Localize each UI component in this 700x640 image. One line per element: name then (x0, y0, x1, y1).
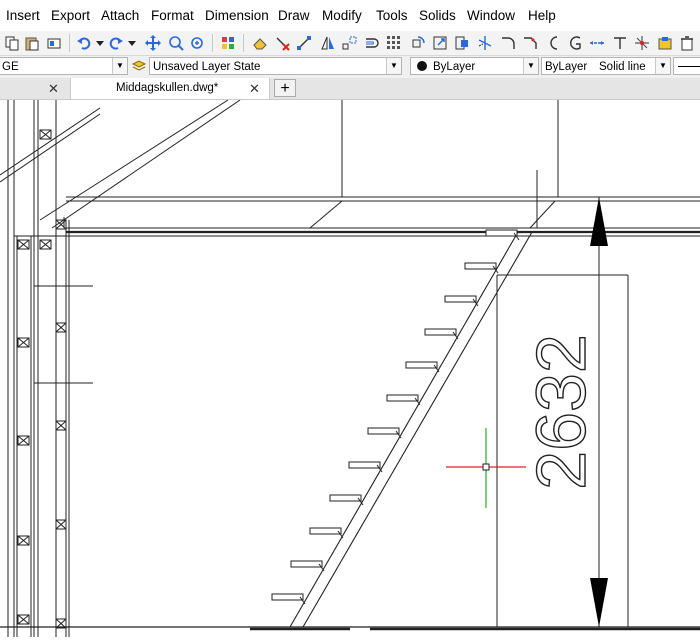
explode-icon[interactable] (634, 35, 650, 51)
close-icon[interactable]: ✕ (48, 78, 59, 99)
scale-icon[interactable] (342, 35, 358, 51)
redo-dropdown-icon[interactable] (124, 35, 140, 51)
lineweight-preview (678, 66, 700, 67)
layer-value: GE (2, 61, 19, 73)
break-icon[interactable] (612, 35, 628, 51)
rotate-icon[interactable] (410, 35, 426, 51)
toolbar-separator (69, 34, 70, 52)
chevron-down-icon: ▼ (386, 58, 401, 74)
roof-line (39, 99, 229, 221)
document-tab-active[interactable]: Middagskullen.dwg* ✕ (70, 78, 270, 99)
document-tab-bar: ✕ Middagskullen.dwg* ✕ + (0, 78, 700, 100)
chevron-down-icon: ▼ (655, 58, 670, 74)
toolbar-separator (212, 34, 213, 52)
undo-icon[interactable] (76, 35, 92, 51)
roof-line (0, 113, 101, 183)
standard-toolbar (0, 31, 700, 56)
menu-tools[interactable]: Tools (376, 8, 408, 23)
menu-format[interactable]: Format (151, 8, 194, 23)
menu-export[interactable]: Export (51, 8, 90, 23)
undo-dropdown-icon[interactable] (92, 35, 108, 51)
trim-icon[interactable] (477, 35, 493, 51)
menu-help[interactable]: Help (528, 8, 556, 23)
roof-line (0, 107, 101, 176)
menu-attach[interactable]: Attach (101, 8, 139, 23)
new-tab-button[interactable]: + (274, 79, 296, 97)
menu-modify[interactable]: Modify (322, 8, 362, 23)
color-value: ByLayer (433, 61, 476, 73)
chamfer-arc-icon[interactable] (567, 35, 583, 51)
roof-line (51, 99, 241, 229)
copy-icon[interactable] (4, 35, 20, 51)
stair-stringer (302, 231, 533, 628)
move-icon[interactable] (454, 35, 470, 51)
layer-state-value: Unsaved Layer State (153, 61, 261, 73)
drawing-canvas[interactable]: 2632 (0, 99, 700, 637)
lineweight-dropdown[interactable] (673, 57, 700, 75)
layer-state-dropdown[interactable]: Unsaved Layer State ▼ (149, 57, 402, 75)
drawing-svg: 2632 (0, 99, 700, 637)
dimension-arrow-top (590, 197, 608, 246)
match-properties-icon[interactable] (46, 35, 62, 51)
menu-draw[interactable]: Draw (278, 8, 310, 23)
wall-bolt-markers (17, 129, 67, 629)
eraser-icon[interactable] (252, 35, 268, 51)
chevron-down-icon: ▼ (523, 58, 538, 74)
menu-solids[interactable]: Solids (419, 8, 456, 23)
linetype-dropdown[interactable]: ByLayer Solid line ▼ (541, 57, 671, 75)
color-swatch-icon (417, 61, 427, 71)
beam-diagonal (529, 200, 556, 229)
color-dropdown[interactable]: ByLayer ▼ (410, 57, 539, 75)
block-icon[interactable] (657, 35, 673, 51)
beam-diagonal (309, 200, 343, 229)
dimension-text: 2632 (522, 334, 600, 490)
pan-icon[interactable] (145, 35, 161, 51)
stair-treads (271, 229, 520, 605)
fillet-arc-icon[interactable] (545, 35, 561, 51)
zoom-window-icon[interactable] (168, 35, 184, 51)
layer-dropdown[interactable]: GE ▼ (0, 57, 128, 75)
redo-icon[interactable] (108, 35, 124, 51)
offset-icon[interactable] (364, 35, 380, 51)
fillet-icon[interactable] (500, 35, 516, 51)
menu-dimension[interactable]: Dimension (205, 8, 269, 23)
stretch-icon[interactable] (432, 35, 448, 51)
zoom-realtime-icon[interactable] (190, 35, 206, 51)
menu-bar: Insert Export Attach Format Dimension Dr… (0, 0, 700, 31)
tab-label: Middagskullen.dwg* (116, 82, 219, 94)
chevron-down-icon: ▼ (112, 58, 127, 74)
chamfer-icon[interactable] (522, 35, 538, 51)
erase-icon[interactable] (274, 35, 290, 51)
properties-bar: GE ▼ Unsaved Layer State ▼ ByLayer ▼ ByL… (0, 56, 700, 79)
document-tab-previous[interactable]: ✕ (0, 78, 70, 99)
mirror-icon[interactable] (320, 35, 336, 51)
paste-icon[interactable] (24, 35, 40, 51)
menu-insert[interactable]: Insert (6, 8, 40, 23)
line-icon[interactable] (296, 35, 312, 51)
layer-manager-icon[interactable] (220, 35, 236, 51)
stair-stringer (289, 231, 519, 628)
array-icon[interactable] (386, 35, 402, 51)
purge-icon[interactable] (679, 35, 695, 51)
extend-icon[interactable] (589, 35, 605, 51)
toolbar-separator (243, 34, 244, 52)
close-icon[interactable]: ✕ (249, 78, 260, 99)
linetype-label: Solid line (599, 61, 646, 73)
dimension-arrow-bottom (590, 578, 608, 627)
crosshair-pickbox (482, 463, 490, 471)
menu-window[interactable]: Window (467, 8, 515, 23)
layer-state-icon[interactable] (131, 58, 147, 74)
linetype-value: ByLayer (545, 61, 588, 73)
